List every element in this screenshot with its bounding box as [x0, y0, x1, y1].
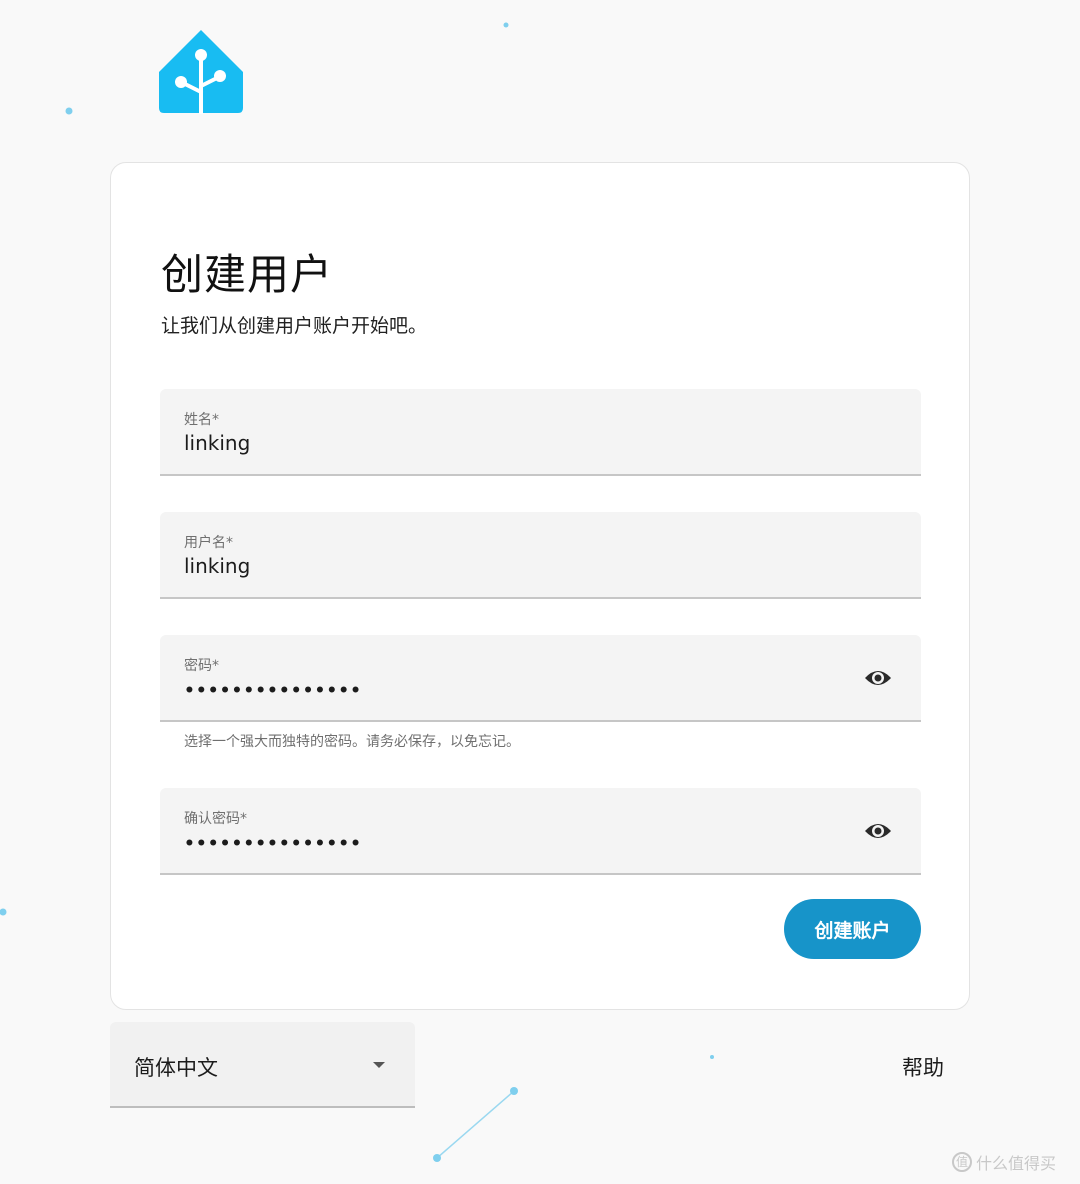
password-field[interactable]: 密码* •••••••••••••••: [160, 635, 921, 722]
create-account-button[interactable]: 创建账户: [784, 899, 921, 959]
page-title: 创建用户: [161, 250, 334, 299]
username-field[interactable]: 用户名* linking: [160, 512, 921, 599]
name-label: 姓名*: [184, 412, 219, 428]
decoration-dot: [710, 1055, 714, 1059]
decoration-dot: [0, 908, 7, 916]
decoration-dot: [510, 1087, 518, 1095]
onboarding-page: 创建用户 让我们从创建用户账户开始吧。 姓名* linking 用户名* lin…: [0, 0, 1080, 1184]
home-assistant-logo-icon: [159, 30, 243, 114]
password-helper-text: 选择一个强大而独特的密码。请务必保存，以免忘记。: [184, 734, 520, 750]
watermark: 值 什么值得买: [952, 1150, 1056, 1174]
password-label: 密码*: [184, 658, 219, 674]
language-value: 简体中文: [134, 1056, 218, 1080]
help-link[interactable]: 帮助: [902, 1052, 944, 1082]
decoration-dot: [65, 107, 73, 115]
chevron-down-icon: [373, 1062, 385, 1068]
name-input[interactable]: linking: [184, 431, 250, 455]
zhi-icon: 值: [952, 1152, 972, 1172]
watermark-text: 什么值得买: [976, 1154, 1057, 1173]
eye-icon[interactable]: [863, 665, 893, 691]
confirm-password-field[interactable]: 确认密码* •••••••••••••••: [160, 788, 921, 875]
decoration-dot: [433, 1154, 441, 1162]
password-input[interactable]: •••••••••••••••: [184, 681, 362, 701]
name-field[interactable]: 姓名* linking: [160, 389, 921, 476]
decoration-dot: [503, 22, 509, 28]
page-subtitle: 让我们从创建用户账户开始吧。: [161, 315, 428, 337]
confirm-password-input[interactable]: •••••••••••••••: [184, 834, 362, 854]
username-input[interactable]: linking: [184, 554, 250, 578]
username-label: 用户名*: [184, 535, 233, 551]
language-select[interactable]: 简体中文: [110, 1022, 415, 1108]
create-user-card: 创建用户 让我们从创建用户账户开始吧。 姓名* linking 用户名* lin…: [110, 162, 970, 1010]
confirm-password-label: 确认密码*: [184, 811, 247, 827]
decoration-line: [436, 1090, 515, 1159]
eye-icon[interactable]: [863, 818, 893, 844]
